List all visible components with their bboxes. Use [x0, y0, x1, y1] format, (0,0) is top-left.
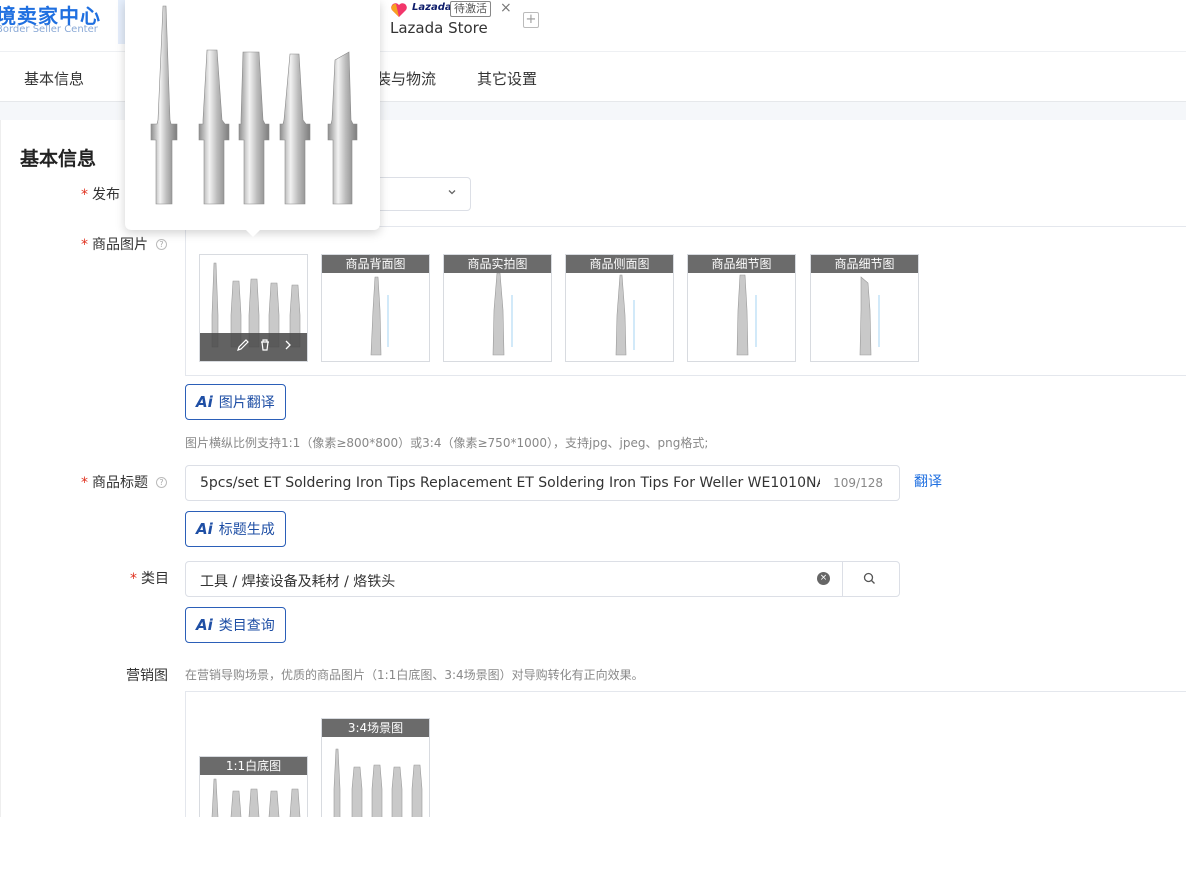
- chevron-down-icon: [448, 190, 456, 195]
- edit-icon[interactable]: [236, 338, 250, 352]
- translate-link[interactable]: 翻译: [914, 471, 942, 491]
- lazada-heart-icon: [391, 3, 407, 17]
- marketing-image-panel: 1:1白底图 3:4场景图: [185, 691, 1186, 817]
- tab-other-settings[interactable]: 其它设置: [477, 68, 537, 89]
- marketing-label: 营销图: [126, 668, 168, 684]
- soldering-tips-preview-image: [150, 5, 358, 205]
- image-preview-popover: [125, 0, 380, 230]
- required-mark: *: [81, 187, 88, 203]
- image-hint: 图片横纵比例支持1:1（像素≥800*800）或3:4（像素≥750*1000）…: [185, 436, 709, 450]
- image-thumb-side[interactable]: 商品侧面图: [565, 254, 674, 362]
- close-icon[interactable]: ×: [500, 0, 512, 16]
- image-thumb-detail-2[interactable]: 商品细节图: [810, 254, 919, 362]
- search-icon: [863, 572, 875, 584]
- marketing-thumb-scene[interactable]: 3:4场景图: [321, 718, 430, 817]
- store-brand: Lazada: [412, 2, 452, 13]
- image-panel: 商品背面图 商品实拍图 商品侧面图 商品细节图 商品细节图: [185, 226, 1186, 376]
- store-name: Lazada Store: [390, 19, 488, 37]
- category-query-button[interactable]: Ai 类目查询: [185, 607, 286, 643]
- publish-label: * 发布: [81, 187, 120, 203]
- help-icon[interactable]: ?: [156, 239, 167, 250]
- help-icon[interactable]: ?: [156, 477, 167, 488]
- marketing-hint: 在营销导购场景，优质的商品图片（1:1白底图、3:4场景图）对导购转化有正向效果…: [185, 668, 644, 682]
- title-char-count: 109/128: [833, 476, 883, 490]
- thumb-caption: 商品侧面图: [566, 255, 673, 273]
- image-thumb-real[interactable]: 商品实拍图: [443, 254, 552, 362]
- thumb-toolbar: [200, 333, 307, 361]
- section-title: 基本信息: [20, 148, 97, 170]
- page-footer-space: [0, 817, 1186, 872]
- tab-shipping[interactable]: 装与物流: [376, 68, 436, 89]
- tab-basic-info[interactable]: 基本信息: [24, 68, 84, 89]
- thumb-caption: 商品实拍图: [444, 255, 551, 273]
- thumb-caption: 商品细节图: [811, 255, 918, 273]
- title-value[interactable]: 5pcs/set ET Soldering Iron Tips Replacem…: [200, 475, 820, 491]
- popover-arrow: [245, 229, 261, 237]
- status-badge: 待激活: [450, 1, 491, 17]
- thumb-caption: 3:4场景图: [322, 719, 429, 737]
- marketing-thumb-square[interactable]: 1:1白底图: [199, 756, 308, 817]
- images-label: * 商品图片?: [81, 234, 167, 254]
- clear-icon[interactable]: ×: [817, 572, 830, 585]
- ai-icon: Ai: [196, 616, 213, 634]
- title-input[interactable]: 5pcs/set ET Soldering Iron Tips Replacem…: [185, 465, 900, 501]
- category-value: 工具 / 焊接设备及耗材 / 烙铁头: [200, 574, 396, 590]
- category-search-button[interactable]: [842, 562, 900, 596]
- image-thumb-back[interactable]: 商品背面图: [321, 254, 430, 362]
- thumb-caption: 1:1白底图: [200, 757, 307, 775]
- chevron-right-icon[interactable]: [282, 338, 294, 352]
- image-thumb-detail-1[interactable]: 商品细节图: [687, 254, 796, 362]
- title-label: * 商品标题?: [81, 472, 167, 492]
- ai-icon: Ai: [196, 520, 213, 538]
- thumb-caption: 商品背面图: [322, 255, 429, 273]
- trash-icon[interactable]: [258, 338, 272, 352]
- title-generate-button[interactable]: Ai 标题生成: [185, 511, 286, 547]
- image-translate-button[interactable]: Ai 图片翻译: [185, 384, 286, 420]
- category-input[interactable]: 工具 / 焊接设备及耗材 / 烙铁头 ×: [185, 561, 900, 597]
- logo-subtitle: Border Seller Center: [0, 24, 98, 35]
- category-label: * 类目: [130, 571, 169, 587]
- ai-icon: Ai: [196, 393, 213, 411]
- main-image-thumb[interactable]: [199, 254, 308, 362]
- thumb-caption: 商品细节图: [688, 255, 795, 273]
- add-tab-button[interactable]: +: [523, 12, 539, 28]
